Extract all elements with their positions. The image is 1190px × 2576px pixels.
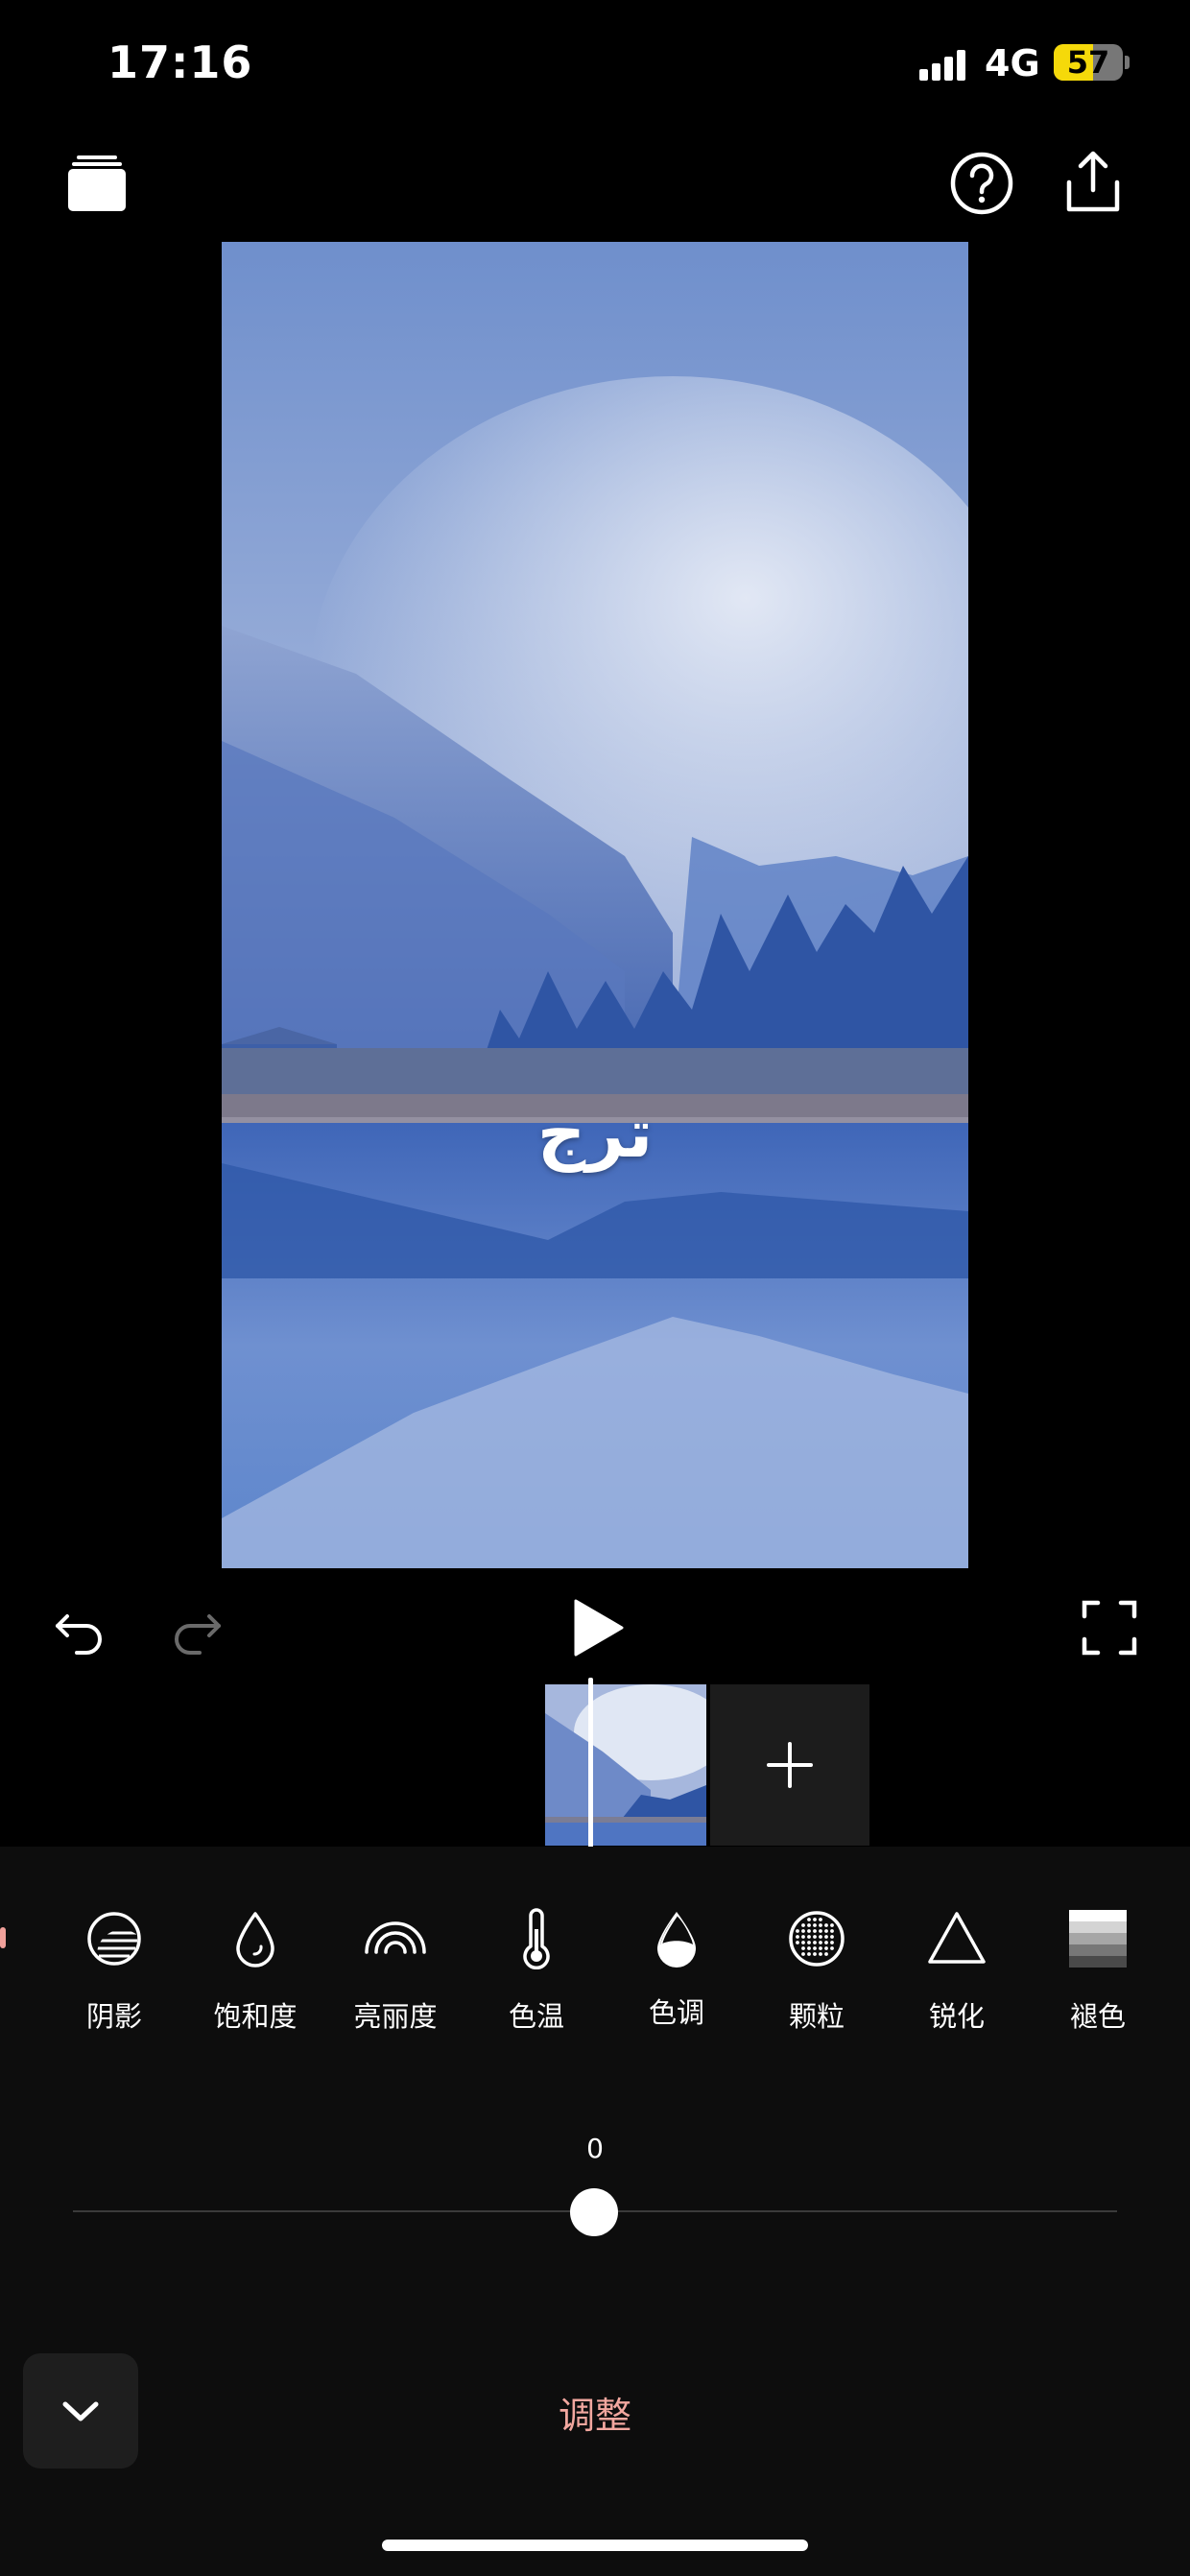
battery-icon: 57 (1054, 44, 1123, 81)
tool-label: 阴影 (85, 2000, 142, 2033)
tool-grain[interactable]: 颗粒 (750, 1908, 884, 2035)
tool-label: 色调 (648, 1996, 704, 2029)
timeline-clip[interactable] (545, 1684, 706, 1846)
previous-tool-edge[interactable] (0, 1927, 6, 1948)
plus-icon (767, 1742, 813, 1788)
tool-label: 褪色 (1069, 2000, 1126, 2033)
tool-saturation[interactable]: 饱和度 (188, 1908, 322, 2035)
sharpen-icon (926, 1908, 988, 1969)
playhead[interactable] (588, 1678, 593, 1852)
grain-icon (786, 1908, 847, 1969)
tool-vibrance[interactable]: 亮丽度 (328, 1908, 463, 2035)
saturation-icon (225, 1908, 286, 1969)
status-time: 17:16 (107, 36, 253, 88)
undo-icon[interactable] (50, 1599, 111, 1660)
fade-icon (1067, 1908, 1129, 1969)
slider-thumb[interactable] (570, 2188, 618, 2236)
tool-sharpen[interactable]: 锐化 (890, 1908, 1024, 2035)
tool-label: 饱和度 (213, 2000, 298, 2033)
vibrance-icon (365, 1908, 426, 1969)
fullscreen-icon[interactable] (1079, 1597, 1140, 1658)
add-clip-button[interactable] (710, 1684, 869, 1846)
tool-label: 亮丽度 (353, 2000, 438, 2033)
tool-shadow[interactable]: 阴影 (47, 1908, 181, 2035)
play-icon[interactable] (566, 1597, 628, 1658)
tool-label: 锐化 (928, 2000, 985, 2033)
battery-cap (1125, 56, 1130, 69)
slider-value: 0 (586, 2133, 604, 2164)
shadow-icon (83, 1908, 145, 1969)
help-icon[interactable] (948, 150, 1015, 217)
tool-label: 颗粒 (788, 2000, 845, 2033)
cellular-signal-icon (919, 48, 967, 81)
tool-tint[interactable]: 色调 (609, 1908, 744, 2031)
redo-icon[interactable] (165, 1599, 226, 1660)
thermometer-icon (506, 1908, 567, 1970)
layers-icon[interactable] (63, 152, 131, 219)
overlay-text[interactable]: ترج (222, 1094, 968, 1173)
share-icon[interactable] (1059, 148, 1127, 215)
tool-temperature[interactable]: 色温 (469, 1908, 604, 2035)
video-preview[interactable]: ترج (222, 242, 968, 1568)
battery-level: 57 (1066, 44, 1110, 81)
network-type: 4G (985, 42, 1040, 84)
panel-title: 调整 (558, 2395, 631, 2437)
tool-fade[interactable]: 褪色 (1031, 1908, 1165, 2035)
tool-label: 色温 (508, 2000, 564, 2033)
home-indicator[interactable] (382, 2540, 808, 2551)
tint-icon (646, 1908, 707, 1969)
